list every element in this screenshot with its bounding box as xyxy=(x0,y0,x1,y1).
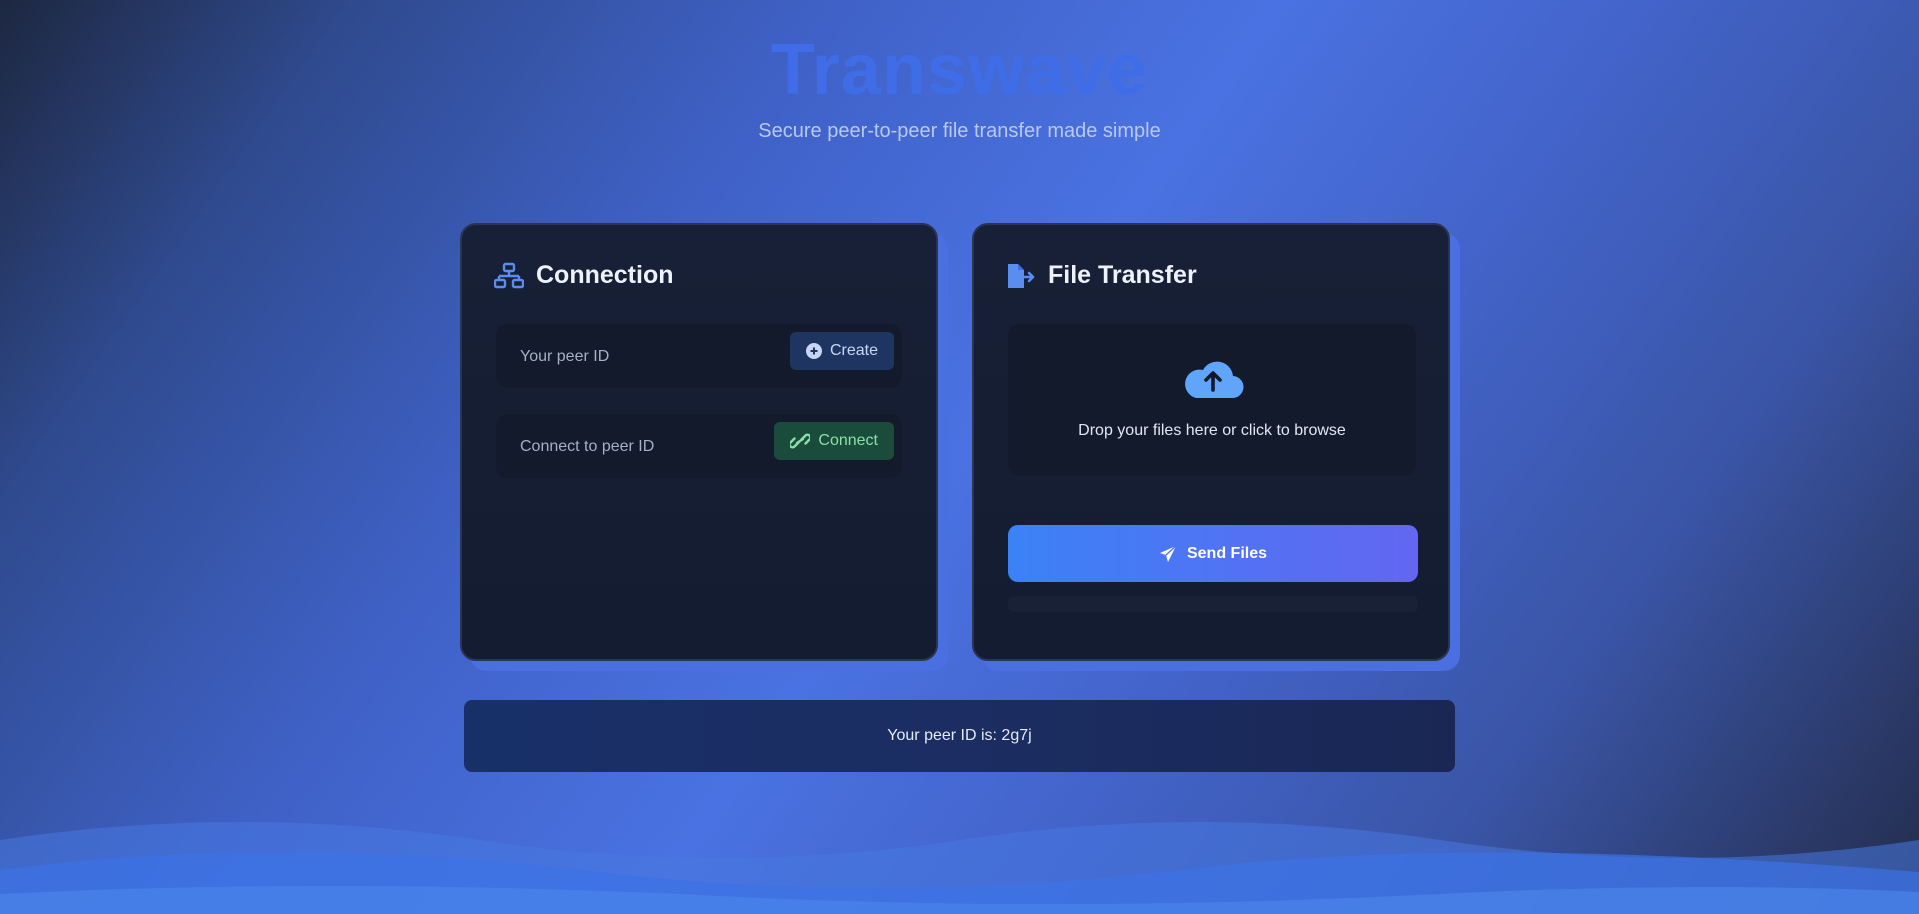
peer-id-field: Your peer ID Create xyxy=(496,324,902,388)
file-dropzone[interactable]: Drop your files here or click to browse xyxy=(1008,324,1416,476)
link-icon xyxy=(790,433,811,449)
cloud-upload-icon xyxy=(1185,361,1244,399)
transfer-progress-track xyxy=(1008,596,1418,612)
peer-id-label: Your peer ID xyxy=(520,348,610,365)
connection-card-header: Connection xyxy=(494,261,674,290)
paper-plane-icon xyxy=(1159,544,1177,562)
app-title: Transwave xyxy=(770,30,1149,110)
connect-peer-field[interactable]: Connect to peer ID Connect xyxy=(496,414,902,478)
dropzone-text: Drop your files here or click to browse xyxy=(1078,422,1346,439)
send-files-label: Send Files xyxy=(1186,544,1268,562)
status-bar: Your peer ID is: 2g7j xyxy=(464,700,1455,772)
create-button-label: Create xyxy=(829,342,878,359)
app-subtitle: Secure peer-to-peer file transfer made s… xyxy=(758,120,1161,142)
network-icon xyxy=(494,262,524,288)
connection-card: Connection Your peer ID Create Connect t… xyxy=(460,223,938,661)
connection-card-title: Connection xyxy=(536,261,674,289)
file-transfer-card-header: File Transfer xyxy=(1006,261,1197,290)
file-transfer-card-title: File Transfer xyxy=(1048,261,1197,289)
plus-circle-icon xyxy=(805,343,822,359)
connect-button-label: Connect xyxy=(818,432,878,449)
connect-peer-label: Connect to peer ID xyxy=(520,438,655,455)
create-button[interactable]: Create xyxy=(789,332,894,370)
file-export-icon xyxy=(1008,263,1035,288)
send-files-button[interactable]: Send Files xyxy=(1008,525,1418,582)
status-text: Your peer ID is: 2g7j xyxy=(887,727,1032,744)
connect-button[interactable]: Connect xyxy=(774,422,894,460)
file-transfer-card: File Transfer Drop your files here or cl… xyxy=(972,223,1450,661)
decorative-waves xyxy=(0,822,1919,914)
